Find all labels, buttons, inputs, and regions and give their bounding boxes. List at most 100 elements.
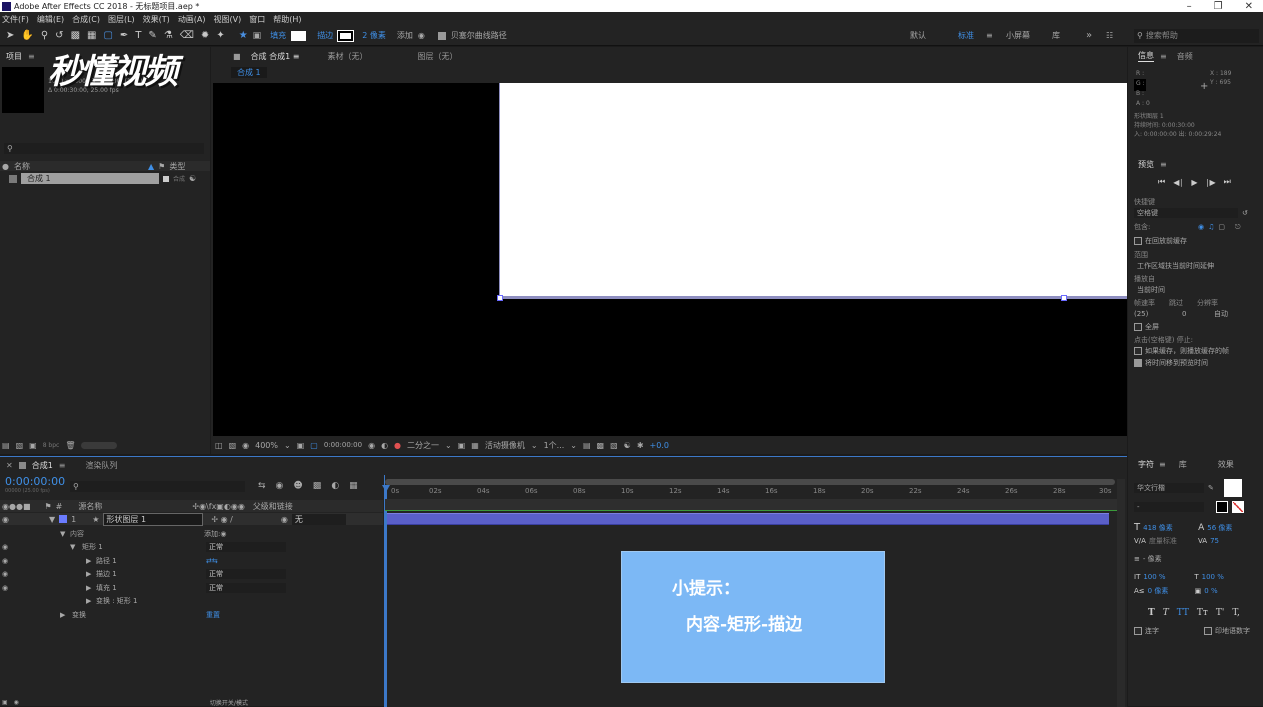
help-search[interactable]: ⚲ 搜索帮助 <box>1134 28 1259 43</box>
twirl-open-icon[interactable]: ▼ <box>60 530 70 538</box>
shy-icon[interactable]: ☻ <box>293 481 302 491</box>
parent-pickwhip-icon[interactable]: ◉ <box>281 515 288 524</box>
views-dropdown[interactable]: 1个... <box>544 440 565 451</box>
res-dropdown[interactable]: 自动 <box>1214 309 1228 319</box>
mask-icon[interactable]: ▣ <box>253 31 262 41</box>
puppet-tool-icon[interactable]: ✦ <box>216 30 224 41</box>
workspace-standard[interactable]: 标准 <box>958 30 986 41</box>
eyedropper-icon[interactable]: ✎ <box>1208 483 1214 493</box>
next-frame-icon[interactable]: ∣▶ <box>1206 178 1216 187</box>
tsume-value[interactable]: 0 % <box>1204 586 1217 596</box>
show-snapshot-icon[interactable]: ◐ <box>381 441 388 450</box>
subscript-button[interactable]: T, <box>1232 608 1240 618</box>
restore-icon[interactable]: ❐ <box>1214 1 1223 12</box>
superscript-button[interactable]: T' <box>1216 608 1224 618</box>
viewer-canvas[interactable] <box>213 83 1127 436</box>
work-area-bar[interactable] <box>385 479 1115 485</box>
prev-frame-icon[interactable]: ◀∣ <box>1173 178 1183 187</box>
first-frame-icon[interactable]: ⏮ <box>1158 177 1165 187</box>
stroke-swatch[interactable] <box>337 29 355 42</box>
pen-tool-icon[interactable]: ✒ <box>120 30 128 41</box>
shortcut-dropdown[interactable]: 空格键 <box>1134 208 1238 218</box>
grid-icon[interactable]: ▣ <box>297 441 305 450</box>
panel-menu-icon[interactable]: ≡ <box>1160 160 1167 169</box>
small-caps-button[interactable]: Tт <box>1197 608 1208 618</box>
workspace-library[interactable]: 库 <box>1052 30 1086 41</box>
pan-behind-tool-icon[interactable]: ▦ <box>87 30 96 41</box>
fill-swatch[interactable] <box>291 30 307 41</box>
zoom-dropdown[interactable]: 400% <box>255 441 278 450</box>
time-ruler[interactable]: 0s 02s 04s 06s 08s 10s 12s 14s 16s 18s 2… <box>385 487 1115 499</box>
add-label[interactable]: 添加 <box>397 30 413 41</box>
play-from-dropdown[interactable]: 当前时间 <box>1134 285 1260 295</box>
menu-edit[interactable]: 编辑(E) <box>37 14 64 25</box>
panel-menu-icon[interactable]: ≡ <box>1160 52 1167 61</box>
col-parent[interactable]: 父级和链接 <box>253 501 293 512</box>
draft-3d-icon[interactable]: ◉ <box>276 481 284 491</box>
skip-dropdown[interactable]: 0 <box>1182 309 1206 319</box>
eye-icon[interactable]: ◉ <box>0 584 86 592</box>
eye-icon[interactable]: ◉ <box>0 557 86 565</box>
close-tab-icon[interactable]: ✕ <box>6 461 13 470</box>
tab-character[interactable]: 字符 <box>1138 459 1154 470</box>
tab-preview[interactable]: 预览 <box>1138 159 1154 170</box>
stroke-color-swatch[interactable] <box>1216 501 1228 513</box>
add-content-icon[interactable]: ◉ <box>220 530 226 538</box>
frame-blend-icon[interactable]: ▩ <box>313 481 322 491</box>
exposure-value[interactable]: +0.0 <box>650 441 669 450</box>
col-name[interactable]: 名称 <box>14 161 144 172</box>
eye-icon[interactable]: ◉ <box>2 515 9 524</box>
resolution-dropdown[interactable]: 二分之一 <box>407 440 439 451</box>
twirl-closed-icon[interactable]: ▶ <box>60 611 72 619</box>
monitor-icon[interactable]: ▧ <box>229 441 237 450</box>
transparency-grid-icon[interactable]: ▦ <box>471 441 479 450</box>
eye-icon[interactable]: ◉ <box>0 543 70 551</box>
viewer-timecode[interactable]: 0:00:00:00 <box>324 441 362 449</box>
tab-timeline-comp[interactable]: 合成1 <box>32 460 53 471</box>
eraser-tool-icon[interactable]: ⌫ <box>180 30 194 41</box>
add-content-label[interactable]: 添加: <box>204 529 220 539</box>
new-folder-icon[interactable]: ▧ <box>16 441 24 450</box>
item-name[interactable]: 合成 1 <box>21 173 159 184</box>
rect-handle[interactable] <box>497 295 503 301</box>
rectangle-tool-icon[interactable]: ▢ <box>103 30 112 41</box>
tab-info[interactable]: 信息 <box>1138 50 1154 62</box>
export-icon[interactable]: ⎋ <box>1235 222 1241 232</box>
layer-toggle-icon[interactable]: ▣ <box>2 699 8 706</box>
if-cached-checkbox[interactable] <box>1134 347 1142 355</box>
fullscreen-checkbox[interactable] <box>1134 323 1142 331</box>
fill-label[interactable]: 填充 <box>270 30 286 41</box>
reset-link[interactable]: 重置 <box>206 610 220 620</box>
tab-library[interactable]: 库 <box>1179 459 1187 470</box>
timeline-icon[interactable]: ▧ <box>610 441 618 450</box>
toggle-pixel-icon[interactable]: ▤ <box>583 441 591 450</box>
tab-layer[interactable]: 图层（无） <box>417 51 457 62</box>
col-source-name[interactable]: 源名称 <box>78 501 188 512</box>
help-search-input[interactable]: 搜索帮助 <box>1146 30 1178 41</box>
hindi-digits-checkbox[interactable] <box>1204 627 1212 635</box>
menu-layer[interactable]: 图层(L) <box>108 14 135 25</box>
no-color-swatch[interactable] <box>1232 501 1244 513</box>
project-item[interactable]: 合成 1 合成 ☯ <box>0 173 210 184</box>
menu-view[interactable]: 视图(V) <box>214 14 242 25</box>
project-search[interactable]: ⚲ <box>4 143 204 154</box>
horizontal-scale-value[interactable]: 100 % <box>1202 572 1224 582</box>
twirl-open-icon[interactable]: ▼ <box>70 543 82 551</box>
twirl-closed-icon[interactable]: ▶ <box>86 584 96 592</box>
add-icon[interactable]: ◉ <box>418 31 425 40</box>
flow-icon[interactable]: ☯ <box>189 174 196 183</box>
menu-file[interactable]: 文件(F) <box>2 14 29 25</box>
timeline-search[interactable]: ⚲ <box>70 481 245 492</box>
layer-name[interactable]: 形状图层 1 <box>103 512 204 526</box>
video-toggle-icon[interactable]: ◉ <box>1198 222 1204 232</box>
sync-icon[interactable]: ☷ <box>1106 31 1122 40</box>
menu-help[interactable]: 帮助(H) <box>273 14 301 25</box>
shape-rectangle[interactable] <box>499 83 1127 299</box>
rect-blend-mode[interactable]: 正常 <box>206 542 286 552</box>
comp-mini-flowchart-icon[interactable]: ⇆ <box>258 481 266 491</box>
font-style-dropdown[interactable]: - <box>1134 502 1204 512</box>
roto-tool-icon[interactable]: ✹ <box>201 30 209 41</box>
move-time-checkbox[interactable] <box>1134 359 1142 367</box>
menu-window[interactable]: 窗口 <box>249 14 265 25</box>
twirl-closed-icon[interactable]: ▶ <box>86 570 96 578</box>
